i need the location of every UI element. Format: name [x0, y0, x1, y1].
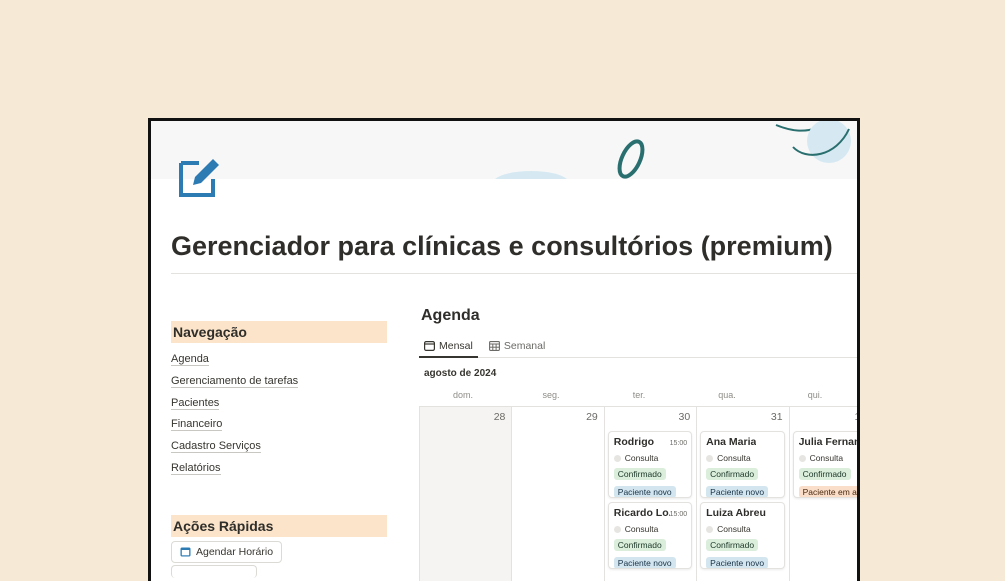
appointment-card[interactable]: Luiza Abreu Consulta Confirmado Paciente…: [700, 502, 785, 569]
day-number: 29: [586, 411, 598, 423]
nav-item: Financeiro: [171, 414, 387, 436]
day-cell[interactable]: 1 de Julia Fernand Consulta Confirmado P…: [788, 407, 860, 581]
calendar-grid: 28 29 30 Rodrigo 15:00 Consulta Confirma…: [419, 406, 860, 581]
day-cell[interactable]: 30 Rodrigo 15:00 Consulta Confirmado Pac…: [603, 407, 696, 581]
agenda-title: Agenda: [421, 307, 480, 324]
appointment-card[interactable]: Ricardo Lo... 15:00 Consulta Confirmado …: [607, 502, 693, 569]
nav-item: Cadastro Serviços: [171, 436, 387, 458]
day-cell[interactable]: 28: [419, 407, 512, 581]
nav-link-tarefas[interactable]: Gerenciamento de tarefas: [171, 374, 299, 388]
patient-tag: Paciente em a: [798, 486, 857, 497]
service-label: Consulta: [717, 524, 751, 534]
patient-tag: Paciente novo: [613, 486, 676, 497]
service-dot-icon: [613, 525, 621, 533]
tab-mensal[interactable]: Mensal: [419, 335, 478, 358]
status-badge: Confirmado: [706, 468, 759, 480]
service-label: Consulta: [624, 453, 659, 463]
nav-link-pacientes[interactable]: Pacientes: [171, 396, 220, 410]
nav-item: Pacientes: [171, 393, 387, 415]
weekday-label: qua.: [718, 390, 736, 400]
service-dot-icon: [613, 454, 621, 462]
patient-tag: Paciente novo: [613, 557, 676, 568]
service-label: Consulta: [809, 453, 844, 463]
appointment-card[interactable]: Rodrigo 15:00 Consulta Confirmado Pacien…: [607, 431, 693, 498]
page-window: Gerenciador para clínicas e consultórios…: [148, 118, 860, 581]
patient-tag: Paciente novo: [706, 486, 769, 497]
weekday-label: dom.: [452, 390, 473, 400]
status-badge: Confirmado: [613, 468, 666, 480]
service-dot-icon: [798, 454, 806, 462]
appointment-card[interactable]: Julia Fernand Consulta Confirmado Pacien…: [792, 431, 860, 498]
nav-link-servicos[interactable]: Cadastro Serviços: [171, 440, 261, 454]
weekday-label: qui.: [807, 390, 823, 400]
day-number: 28: [493, 411, 506, 423]
status-badge: Confirmado: [706, 539, 759, 551]
cover-image: [151, 121, 857, 179]
day-number: 31: [770, 411, 783, 423]
day-number: 30: [678, 411, 691, 423]
appointment-time: 15:00: [669, 440, 688, 447]
patient-name: Ana Maria: [706, 436, 757, 448]
patient-name: Luiza Abreu: [706, 507, 766, 519]
nav-link-agenda[interactable]: Agenda: [171, 353, 209, 366]
view-tabs: Mensal Semanal: [419, 335, 857, 358]
nav-item: Relatórios: [171, 458, 387, 480]
nav-link-relatorios[interactable]: Relatórios: [171, 461, 221, 475]
status-badge: Confirmado: [798, 468, 851, 480]
title-divider: [171, 273, 857, 274]
grid-calendar-icon: [488, 340, 500, 351]
quick-actions-heading: Ações Rápidas: [171, 514, 387, 537]
weekday-label: ter.: [632, 390, 646, 400]
quick-action-button-partial[interactable]: [171, 564, 257, 578]
service-dot-icon: [706, 454, 714, 462]
service-row: Consulta: [706, 523, 779, 535]
weekday-label: seg.: [542, 390, 560, 400]
service-label: Consulta: [717, 453, 751, 463]
agenda-calendar: Agenda Mensal Semanal agosto de 2024 dom…: [419, 307, 860, 581]
service-row: Consulta: [613, 452, 687, 464]
tab-semanal[interactable]: Semanal: [484, 335, 550, 356]
page-title: Gerenciador para clínicas e consultórios…: [171, 231, 833, 261]
service-row: Consulta: [798, 452, 857, 464]
nav-item: Agenda: [171, 349, 387, 371]
calendar-icon: [180, 547, 191, 557]
day-number: 1 de: [854, 411, 860, 423]
tab-semanal-label: Semanal: [503, 339, 546, 352]
weekday-header: dom. seg. ter. qua. qui.: [419, 390, 857, 406]
patient-name: Rodrigo: [613, 436, 655, 448]
status-badge: Confirmado: [613, 539, 666, 551]
service-label: Consulta: [624, 524, 659, 534]
nav-item: Gerenciamento de tarefas: [171, 371, 387, 393]
month-label: agosto de 2024: [424, 368, 497, 379]
patient-name: Julia Fernand: [798, 436, 860, 448]
schedule-button[interactable]: Agendar Horário: [171, 540, 283, 563]
edit-icon: [177, 155, 221, 199]
tab-mensal-label: Mensal: [439, 339, 473, 352]
service-dot-icon: [706, 525, 714, 533]
schedule-button-label: Agendar Horário: [196, 545, 274, 558]
service-row: Consulta: [706, 452, 779, 464]
appointment-time: 15:00: [669, 511, 688, 518]
navigation-heading: Navegação: [171, 321, 387, 343]
nav-link-financeiro[interactable]: Financeiro: [171, 418, 223, 432]
day-cell[interactable]: 29: [511, 407, 603, 581]
patient-tag: Paciente novo: [706, 557, 769, 568]
patient-name: Ricardo Lo...: [613, 507, 670, 519]
service-row: Consulta: [613, 523, 687, 535]
day-cell[interactable]: 31 Ana Maria Consulta Confirmado Pacient…: [696, 407, 788, 581]
appointment-card[interactable]: Ana Maria Consulta Confirmado Paciente n…: [700, 431, 785, 498]
left-column: Navegação Agenda Gerenciamento de tarefa…: [171, 321, 387, 581]
cover-decoration: [495, 121, 851, 179]
navigation-list: Agenda Gerenciamento de tarefas Paciente…: [171, 349, 387, 480]
calendar-icon: [424, 340, 435, 351]
